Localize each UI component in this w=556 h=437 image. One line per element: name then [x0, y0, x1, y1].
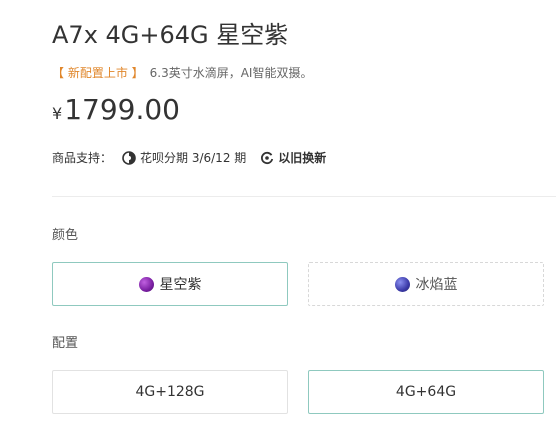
- config-option-label: 4G+64G: [395, 384, 457, 400]
- currency-symbol: ¥: [52, 104, 63, 123]
- price-value: 1799.00: [64, 93, 180, 126]
- support-row: 商品支持： 花呗分期 3/6/12 期 以旧换新: [52, 148, 340, 168]
- product-title: A7x 4G+64G 星空紫: [52, 21, 289, 49]
- config-option-4g-128g[interactable]: 4G+128G: [52, 370, 288, 414]
- promo-line: 【 新配置上市 】 6.3英寸水滴屏，AI智能双摄。: [52, 64, 312, 82]
- purple-swatch-icon: [138, 276, 154, 292]
- blue-swatch-icon: [394, 276, 410, 292]
- support-item-trade-in[interactable]: 以旧换新: [260, 148, 326, 168]
- color-option-label: 冰焰蓝: [415, 277, 458, 293]
- support-label: 商品支持：: [52, 151, 113, 165]
- color-option-ice-blue[interactable]: 冰焰蓝: [308, 262, 544, 306]
- support-item-huabei[interactable]: 花呗分期 3/6/12 期: [122, 148, 246, 168]
- huabei-icon: [122, 151, 136, 165]
- color-section-label: 颜色: [52, 228, 79, 243]
- promo-text: 6.3英寸水滴屏，AI智能双摄。: [149, 66, 313, 80]
- config-section-label: 配置: [52, 336, 79, 351]
- config-option-label: 4G+128G: [135, 384, 205, 400]
- price: ¥1799.00: [52, 92, 180, 132]
- trade-in-icon: [261, 151, 274, 165]
- color-option-label: 星空紫: [159, 277, 202, 293]
- support-item-label: 花呗分期 3/6/12 期: [140, 151, 247, 165]
- promo-tag: 【 新配置上市 】: [52, 66, 144, 80]
- color-option-starry-purple[interactable]: 星空紫: [52, 262, 288, 306]
- divider: [52, 196, 556, 197]
- support-item-label: 以旧换新: [278, 151, 327, 165]
- config-option-4g-64g[interactable]: 4G+64G: [308, 370, 544, 414]
